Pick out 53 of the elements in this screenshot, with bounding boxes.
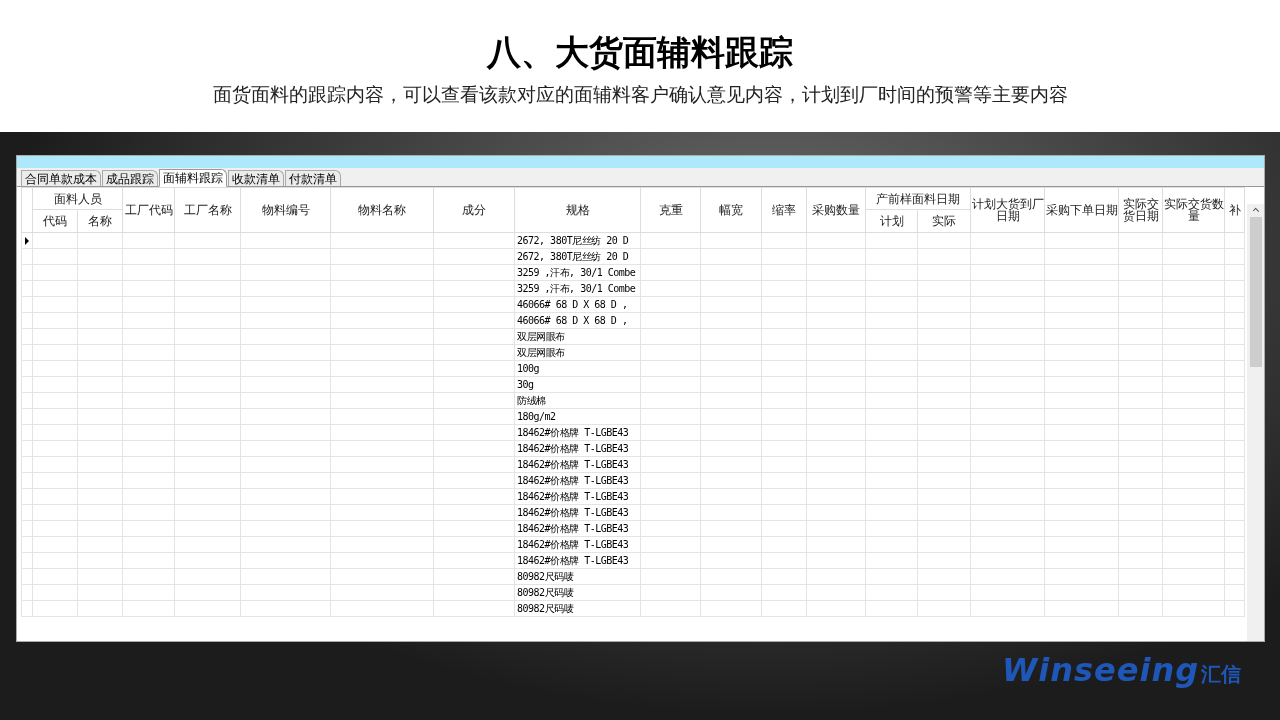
row-header[interactable] (21, 232, 33, 249)
spec-text: 18462#价格牌 T-LGBE43 (517, 475, 629, 486)
column-header[interactable]: 克重 (640, 187, 701, 233)
column-header[interactable]: 补 (1224, 187, 1245, 233)
spec-text: 100g (517, 363, 540, 374)
column-header[interactable]: 面料人员 (32, 187, 123, 210)
column-header[interactable]: 物料编号 (240, 187, 331, 233)
column-header[interactable]: 缩率 (761, 187, 807, 233)
column-header[interactable]: 物料名称 (330, 187, 434, 233)
tab[interactable]: 成品跟踪 (102, 170, 158, 186)
spec-text: 46066# 68 D X 68 D , (517, 315, 628, 326)
spec-text: 18462#价格牌 T-LGBE43 (517, 427, 629, 438)
column-header[interactable]: 采购下单日期 (1044, 187, 1119, 233)
column-header[interactable]: 实际交货日期 (1118, 187, 1163, 233)
scrollbar-thumb[interactable] (1249, 217, 1262, 367)
column-header[interactable]: 成分 (433, 187, 515, 233)
slide-title: 八、大货面辅料跟踪 (487, 31, 793, 74)
spec-text: 18462#价格牌 T-LGBE43 (517, 523, 629, 534)
spec-text: 防绒棉 (517, 395, 546, 406)
logo: Winseeing汇信 (1002, 652, 1242, 689)
column-header[interactable]: 工厂名称 (174, 187, 241, 233)
column-header[interactable]: 规格 (514, 187, 641, 233)
spec-text: 3259 ,汗布, 30/1 Combe (517, 283, 636, 294)
spec-text: 80982尺码唛 (517, 603, 574, 614)
spec-text: 18462#价格牌 T-LGBE43 (517, 539, 629, 550)
spec-text: 80982尺码唛 (517, 587, 574, 598)
column-header[interactable]: 产前样面料日期 (865, 187, 971, 210)
spec-text: 18462#价格牌 T-LGBE43 (517, 459, 629, 470)
spec-text: 3259 ,汗布, 30/1 Combe (517, 267, 636, 278)
tab[interactable]: 合同单款成本 (21, 170, 101, 186)
tab[interactable]: 收款清单 (228, 170, 284, 186)
spec-text: 2672, 380T尼丝纺 20 D (517, 251, 629, 262)
spec-text: 46066# 68 D X 68 D , (517, 299, 628, 310)
column-header[interactable]: 工厂代码 (122, 187, 175, 233)
tab[interactable]: 付款清单 (285, 170, 341, 186)
spec-text: 18462#价格牌 T-LGBE43 (517, 555, 629, 566)
spec-text: 18462#价格牌 T-LGBE43 (517, 491, 629, 502)
slide-subtitle: 面货面料的跟踪内容，可以查看该款对应的面辅料客户确认意见内容，计划到厂时间的预警等主要内容 (212, 83, 1068, 107)
column-header[interactable]: 采购数量 (806, 187, 866, 233)
spec-text: 2672, 380T尼丝纺 20 D (517, 235, 629, 246)
spec-text: 80982尺码唛 (517, 571, 574, 582)
scrollbar[interactable] (1247, 204, 1264, 641)
column-header[interactable]: 幅宽 (700, 187, 762, 233)
current-row-icon (25, 236, 29, 245)
column-header[interactable]: 实际交货数量 (1162, 187, 1225, 233)
spec-text: 双层网眼布 (517, 347, 565, 358)
spec-text: 30g (517, 379, 534, 390)
tab[interactable]: 面辅料跟踪 (159, 169, 227, 187)
spec-text: 18462#价格牌 T-LGBE43 (517, 443, 629, 454)
column-header[interactable]: 计划大货到厂日期 (970, 187, 1045, 233)
spec-text: 180g/m2 (517, 411, 556, 422)
spec-text: 18462#价格牌 T-LGBE43 (517, 507, 629, 518)
spec-text: 双层网眼布 (517, 331, 565, 342)
